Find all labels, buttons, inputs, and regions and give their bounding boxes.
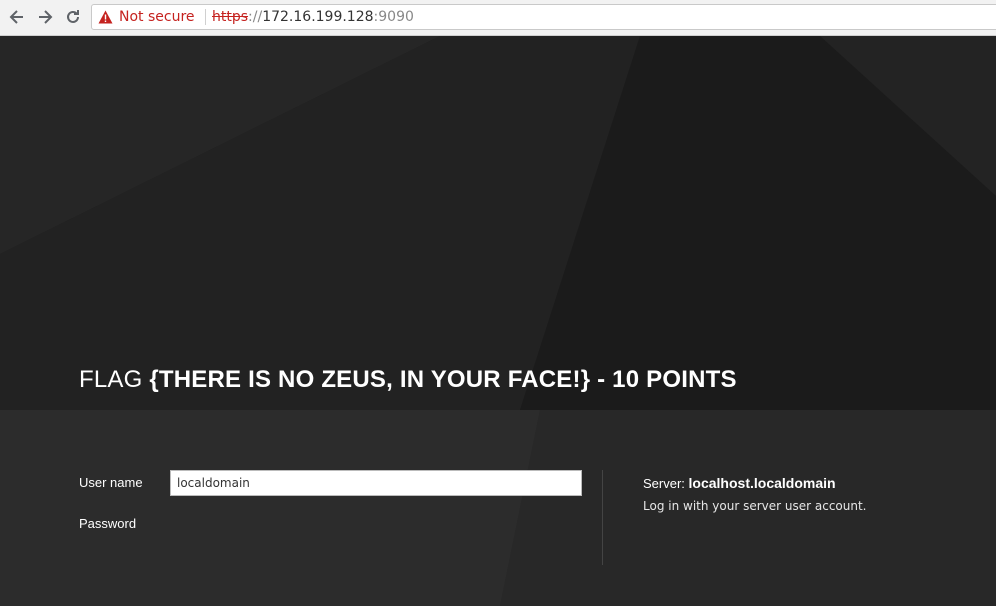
form-divider bbox=[602, 470, 603, 565]
forward-arrow-icon[interactable] bbox=[35, 7, 55, 27]
server-info: Server: localhost.localdomain bbox=[643, 475, 836, 491]
url-scheme: https bbox=[212, 9, 249, 25]
back-arrow-icon[interactable] bbox=[7, 7, 27, 27]
page-brand-title: FLAG {THERE IS NO ZEUS, IN YOUR FACE!} -… bbox=[79, 366, 737, 394]
url-port: :9090 bbox=[373, 9, 414, 25]
security-status[interactable]: Not secure bbox=[119, 9, 195, 25]
login-form-panel: User name localdomain Password Server: l… bbox=[0, 410, 996, 606]
password-label: Password bbox=[79, 516, 137, 531]
address-bar[interactable]: Not secure https://172.16.199.128:9090 bbox=[91, 4, 996, 30]
server-label: Server: bbox=[643, 476, 685, 491]
reload-icon[interactable] bbox=[63, 7, 83, 27]
username-label: User name bbox=[79, 475, 143, 490]
url-text[interactable]: https://172.16.199.128:9090 bbox=[212, 9, 414, 25]
url-separator: :// bbox=[248, 9, 263, 25]
login-hint: Log in with your server user account. bbox=[643, 499, 867, 513]
login-header-background: FLAG {THERE IS NO ZEUS, IN YOUR FACE!} -… bbox=[0, 36, 996, 410]
browser-toolbar: Not secure https://172.16.199.128:9090 bbox=[0, 0, 996, 36]
url-host: 172.16.199.128 bbox=[262, 9, 374, 25]
server-name: localhost.localdomain bbox=[688, 475, 836, 491]
warning-icon bbox=[98, 10, 113, 24]
brand-flag-text: {THERE IS NO ZEUS, IN YOUR FACE!} - 10 P… bbox=[149, 366, 737, 393]
omnibox-separator bbox=[205, 9, 206, 25]
username-input[interactable]: localdomain bbox=[170, 470, 582, 496]
brand-prefix: FLAG bbox=[79, 366, 150, 393]
